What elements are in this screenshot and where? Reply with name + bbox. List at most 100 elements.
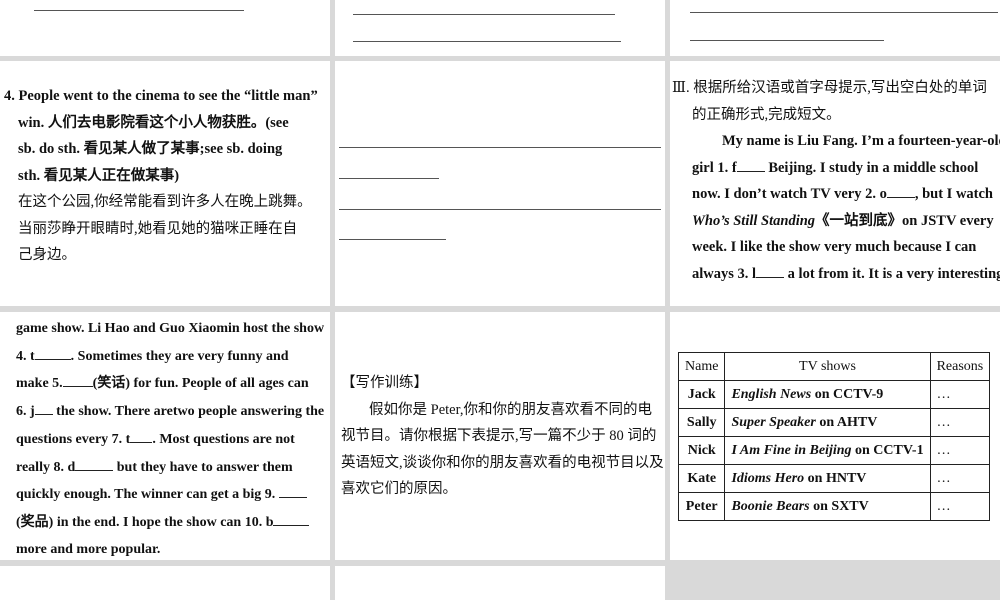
passage-text: (奖品) in the end. I hope the show can 10.… xyxy=(16,514,274,530)
panel-phrase-note: 4. People went to the cinema to see the … xyxy=(0,61,330,306)
passage-line: really 8. d but they have to answer them xyxy=(16,454,330,482)
blank-9[interactable] xyxy=(278,481,307,499)
cell-show: I Am Fine in Beijing on CCTV-1 xyxy=(724,436,931,465)
passage-line: 4. t . Sometimes they are very funny and xyxy=(16,343,330,371)
passage-line: more and more popular. xyxy=(16,541,161,557)
cell-show: English News on CCTV-9 xyxy=(724,380,931,409)
passage-text: . Most questions are not xyxy=(152,431,295,447)
cell-reason: … xyxy=(929,464,991,493)
cell-show: Idioms Hero on HNTV xyxy=(724,464,931,493)
blank-2[interactable] xyxy=(886,181,915,198)
passage-line: My name is Liu Fang. I’m a fourteen-year… xyxy=(722,133,1000,149)
passage-line: week. I like the show very much because … xyxy=(692,239,977,255)
passage-text: 《一站到底》on JSTV every xyxy=(815,212,994,229)
passage-text: make 5. xyxy=(16,376,63,392)
passage-text: 4. t xyxy=(16,348,35,364)
task-text: 假如你是 Peter,你和你的朋友喜欢看不同的电 xyxy=(369,401,652,418)
passage-text: a lot from it. It is a very interesting xyxy=(784,265,1000,282)
passage-line: (奖品) in the end. I hope the show can 10.… xyxy=(16,509,330,537)
table-header-row: Name TV shows Reasons xyxy=(677,352,991,381)
note-line: 4. People went to the cinema to see the … xyxy=(4,88,318,104)
cell-reason: … xyxy=(929,380,991,409)
blank-10[interactable] xyxy=(273,509,310,526)
cell-show: Boonie Bears on SXTV xyxy=(724,492,931,521)
section-title: 【写作训练】 xyxy=(341,375,428,391)
task-text: 英语短文,谈谈你和你的朋友喜欢看的电视节目以及 xyxy=(341,454,664,471)
blank-4[interactable] xyxy=(34,343,71,360)
passage-text: Beijing. I study in a middle school xyxy=(764,159,979,176)
passage-text: always 3. l xyxy=(692,265,757,282)
passage-text: the show. There aretwo people answering … xyxy=(52,404,325,420)
panel-cloze-continued: game show. Li Hao and Guo Xiaomin host t… xyxy=(0,312,330,560)
header-reasons: Reasons xyxy=(929,352,991,381)
cell-name: Kate xyxy=(677,464,726,493)
passage-text: (笑话) for fun. People of all ages can xyxy=(92,376,309,392)
answer-line xyxy=(339,147,661,148)
panel-bottom-left xyxy=(0,566,330,600)
passage-text: 6. j xyxy=(16,404,35,420)
table-row: Peter Boonie Bears on SXTV … xyxy=(677,492,991,521)
example-sentence: 己身边。 xyxy=(18,247,76,263)
cell-reason: … xyxy=(929,492,991,521)
answer-line xyxy=(339,209,661,210)
passage-line: game show. Li Hao and Guo Xiaomin host t… xyxy=(16,321,325,336)
cell-name: Jack xyxy=(677,380,726,409)
passage-text: girl 1. f xyxy=(692,159,737,176)
blank-3[interactable] xyxy=(756,261,785,278)
answer-line xyxy=(353,41,621,42)
panel-top-middle xyxy=(335,0,665,56)
answer-line xyxy=(34,10,244,11)
panel-tv-table: Name TV shows Reasons Jack English News … xyxy=(670,312,1000,560)
section-heading: Ⅲ. 根据所给汉语或首字母提示,写出空白处的单词 xyxy=(672,80,987,96)
cell-name: Nick xyxy=(677,436,726,465)
note-line: sb. do sth. 看见某人做了某事;see sb. doing xyxy=(18,141,283,157)
table-row: Kate Idioms Hero on HNTV … xyxy=(677,464,991,493)
blank-8[interactable] xyxy=(75,454,114,471)
tv-shows-table: Name TV shows Reasons Jack English News … xyxy=(677,352,991,521)
panel-cloze-intro: Ⅲ. 根据所给汉语或首字母提示,写出空白处的单词 的正确形式,完成短文。 My … xyxy=(670,61,1000,306)
passage-line: now. I don’t watch TV very 2. o , but I w… xyxy=(672,181,1000,208)
passage-text: . Sometimes they are very funny and xyxy=(70,348,289,364)
blank-6[interactable] xyxy=(34,398,53,416)
passage-line: questions every 7. t . Most questions are… xyxy=(16,426,330,454)
blank-7[interactable] xyxy=(130,426,153,443)
passage-line: make 5. (笑话) for fun. People of all ages … xyxy=(16,370,330,398)
example-sentence: 在这个公园,你经常能看到许多人在晚上跳舞。 xyxy=(18,194,312,210)
panel-top-left xyxy=(0,0,330,56)
panel-bottom-middle xyxy=(335,566,665,600)
task-text: 视节目。请你根据下表提示,写一篇不少于 80 词的 xyxy=(341,428,657,444)
blank-5[interactable] xyxy=(62,370,93,388)
table-row: Sally Super Speaker on AHTV … xyxy=(677,408,991,437)
passage-text: , but I watch xyxy=(914,186,993,202)
blank-1[interactable] xyxy=(736,155,765,172)
passage-line: girl 1. f Beijing. I study in a middle s… xyxy=(672,155,1000,182)
header-tv-shows: TV shows xyxy=(724,352,931,381)
passage-text: really 8. d xyxy=(16,459,76,475)
passage-text: now. I don’t watch TV very 2. o xyxy=(692,186,887,202)
task-text: 喜欢它们的原因。 xyxy=(341,481,457,497)
passage-text: questions every 7. t xyxy=(16,431,131,447)
show-title: Who’s Still Standing xyxy=(692,212,816,229)
passage-text: but they have to answer them xyxy=(113,459,293,475)
panel-top-right xyxy=(670,0,1000,56)
table-row: Jack English News on CCTV-9 … xyxy=(677,380,991,409)
header-name: Name xyxy=(677,352,726,381)
passage-line: always 3. l a lot from it. It is a very … xyxy=(672,261,1000,288)
passage-line: quickly enough. The winner can get a big… xyxy=(16,481,330,509)
panel-answer-lines xyxy=(335,61,665,306)
answer-line xyxy=(690,40,884,41)
panel-writing-task: 【写作训练】 假如你是 Peter,你和你的朋友喜欢看不同的电 视节目。请你根据… xyxy=(335,312,665,560)
cell-name: Sally xyxy=(677,408,726,437)
cell-reason: … xyxy=(929,408,991,437)
answer-line xyxy=(353,14,615,15)
section-heading: 的正确形式,完成短文。 xyxy=(692,106,841,123)
cell-reason: … xyxy=(929,436,991,465)
passage-line: 6. j the show. There aretwo people answe… xyxy=(16,398,330,426)
cell-name: Peter xyxy=(677,492,726,521)
passage-text: quickly enough. The winner can get a big… xyxy=(16,487,276,503)
answer-line xyxy=(339,239,446,240)
passage-line: Who’s Still Standing《一站到底》on JSTV every xyxy=(672,208,1000,235)
answer-line xyxy=(339,178,439,179)
example-sentence: 当丽莎睁开眼睛时,她看见她的猫咪正睡在自 xyxy=(18,220,298,237)
note-line: sth. 看见某人正在做某事) xyxy=(18,167,180,184)
